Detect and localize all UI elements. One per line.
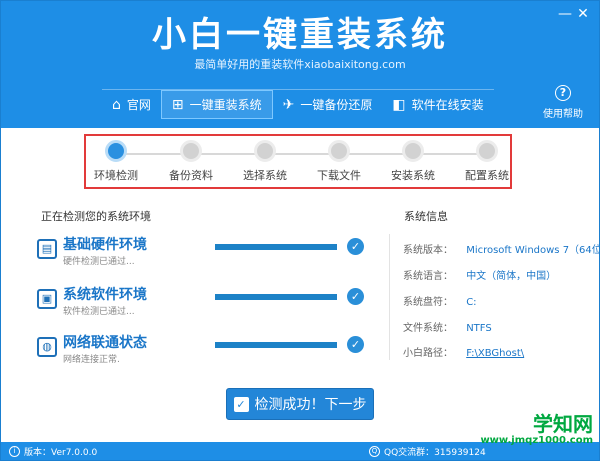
check-ok-icon: ✓	[347, 238, 364, 255]
nav-item-label: 软件在线安装	[411, 98, 484, 112]
info-label: 小白路径：	[403, 348, 453, 359]
watermark-main: 学知网	[533, 412, 593, 436]
check-software: ▣ 系统软件环境 软件检测已通过... ✓	[37, 284, 367, 324]
info-label: 系统盘符：	[403, 297, 453, 308]
version-text: 版本：Ver7.0.0.0	[24, 448, 98, 458]
progress-bar	[215, 342, 337, 348]
header: 小白一键重装系统 最简单好用的重装软件xiaobaixitong.com — ✕…	[1, 1, 599, 128]
watermark: 学知网 www.jmqz1000.com	[480, 413, 593, 446]
nav-item-backup[interactable]: ✈ 一键备份还原	[273, 90, 383, 119]
windows-icon: ⊞	[171, 96, 184, 113]
software-icon: ◧	[392, 96, 406, 113]
minimize-button[interactable]: —	[557, 7, 573, 21]
step-configure: 配置系统	[454, 140, 520, 183]
step-dot	[180, 140, 202, 162]
home-icon: ⌂	[112, 96, 121, 113]
path-link[interactable]: F:\XBGhost\	[466, 348, 524, 359]
nav-item-software[interactable]: ◧ 软件在线安装	[382, 90, 493, 119]
hardware-icon: ▤	[37, 239, 57, 259]
step-download: 下载文件	[306, 140, 372, 183]
bird-icon: ✈	[282, 96, 295, 113]
step-label: 下载文件	[317, 169, 361, 182]
progress-fill	[215, 244, 337, 250]
next-step-button[interactable]: ✓ 检测成功！下一步	[226, 388, 374, 420]
qq-text: QQ交流群：315939124	[384, 448, 486, 458]
app-window: 小白一键重装系统 最简单好用的重装软件xiaobaixitong.com — ✕…	[0, 0, 600, 461]
info-icon: i	[9, 446, 20, 457]
progress-fill	[215, 294, 337, 300]
info-value: Microsoft Windows 7（64位）	[466, 245, 600, 256]
info-label: 系统版本：	[403, 245, 453, 256]
step-select-system: 选择系统	[232, 140, 298, 183]
sysinfo-row-language: 系统语言： 中文（简体，中国）	[403, 267, 556, 282]
step-progress: 环境检测 备份资料 选择系统 下载文件 安装系统 配置系统	[84, 134, 512, 189]
nav-item-label: 一键备份还原	[300, 98, 373, 112]
close-button[interactable]: ✕	[575, 7, 591, 21]
help-label: 使用帮助	[543, 109, 583, 120]
info-value: C:	[466, 297, 477, 308]
progress-bar	[215, 294, 337, 300]
app-subtitle: 最简单好用的重装软件xiaobaixitong.com	[194, 58, 406, 71]
check-icon: ✓	[233, 396, 249, 412]
check-status: 软件检测已通过...	[63, 307, 135, 317]
sysinfo-row-filesystem: 文件系统： NTFS	[403, 319, 492, 334]
watermark-url: www.jmqz1000.com	[480, 435, 593, 446]
nav-item-website[interactable]: ⌂ 官网	[102, 90, 161, 119]
software-env-icon: ▣	[37, 289, 57, 309]
top-nav: ⌂ 官网 ⊞ 一键重装系统 ✈ 一键备份还原 ◧ 软件在线安装	[102, 89, 494, 119]
info-value: NTFS	[466, 323, 492, 334]
check-ok-icon: ✓	[347, 336, 364, 353]
step-label: 选择系统	[243, 169, 287, 182]
info-label: 系统语言：	[403, 271, 453, 282]
next-step-label: 检测成功！下一步	[254, 397, 367, 413]
step-dot	[402, 140, 424, 162]
nav-item-label: 官网	[126, 98, 151, 112]
check-network: ◍ 网络联通状态 网络连接正常. ✓	[37, 332, 367, 372]
check-status: 硬件检测已通过...	[63, 257, 135, 267]
step-dot-active	[105, 140, 127, 162]
nav-item-label: 一键重装系统	[189, 98, 262, 112]
check-status: 网络连接正常.	[63, 355, 120, 365]
version-info: i 版本：Ver7.0.0.0	[9, 445, 97, 458]
check-name: 网络联通状态	[63, 335, 147, 351]
check-hardware: ▤ 基础硬件环境 硬件检测已通过... ✓	[37, 234, 367, 274]
sysinfo-row-drive: 系统盘符： C:	[403, 293, 477, 308]
step-label: 安装系统	[391, 169, 435, 182]
sysinfo-title: 系统信息	[404, 210, 448, 223]
sysinfo-row-version: 系统版本： Microsoft Windows 7（64位）	[403, 241, 600, 256]
sysinfo-row-path: 小白路径： F:\XBGhost\	[403, 344, 524, 359]
check-ok-icon: ✓	[347, 288, 364, 305]
step-label: 备份资料	[169, 169, 213, 182]
step-dot	[254, 140, 276, 162]
step-install: 安装系统	[380, 140, 446, 183]
checking-title: 正在检测您的系统环境	[41, 210, 151, 223]
check-name: 系统软件环境	[63, 287, 147, 303]
app-title: 小白一键重装系统	[152, 15, 448, 55]
nav-item-reinstall[interactable]: ⊞ 一键重装系统	[160, 90, 273, 119]
check-name: 基础硬件环境	[63, 237, 147, 253]
progress-fill	[215, 342, 337, 348]
help-button[interactable]: ? 使用帮助	[541, 85, 585, 120]
info-value: 中文（简体，中国）	[466, 271, 557, 282]
qq-group[interactable]: Q QQ交流群：315939124	[369, 445, 486, 458]
step-dot	[328, 140, 350, 162]
progress-bar	[215, 244, 337, 250]
step-dot	[476, 140, 498, 162]
help-icon: ?	[555, 85, 571, 101]
info-label: 文件系统：	[403, 323, 453, 334]
section-divider	[389, 234, 390, 360]
step-label: 配置系统	[465, 169, 509, 182]
network-icon: ◍	[37, 337, 57, 357]
step-backup: 备份资料	[158, 140, 224, 183]
step-env-check: 环境检测	[83, 140, 149, 183]
qq-icon: Q	[369, 446, 380, 457]
step-label: 环境检测	[94, 169, 138, 182]
